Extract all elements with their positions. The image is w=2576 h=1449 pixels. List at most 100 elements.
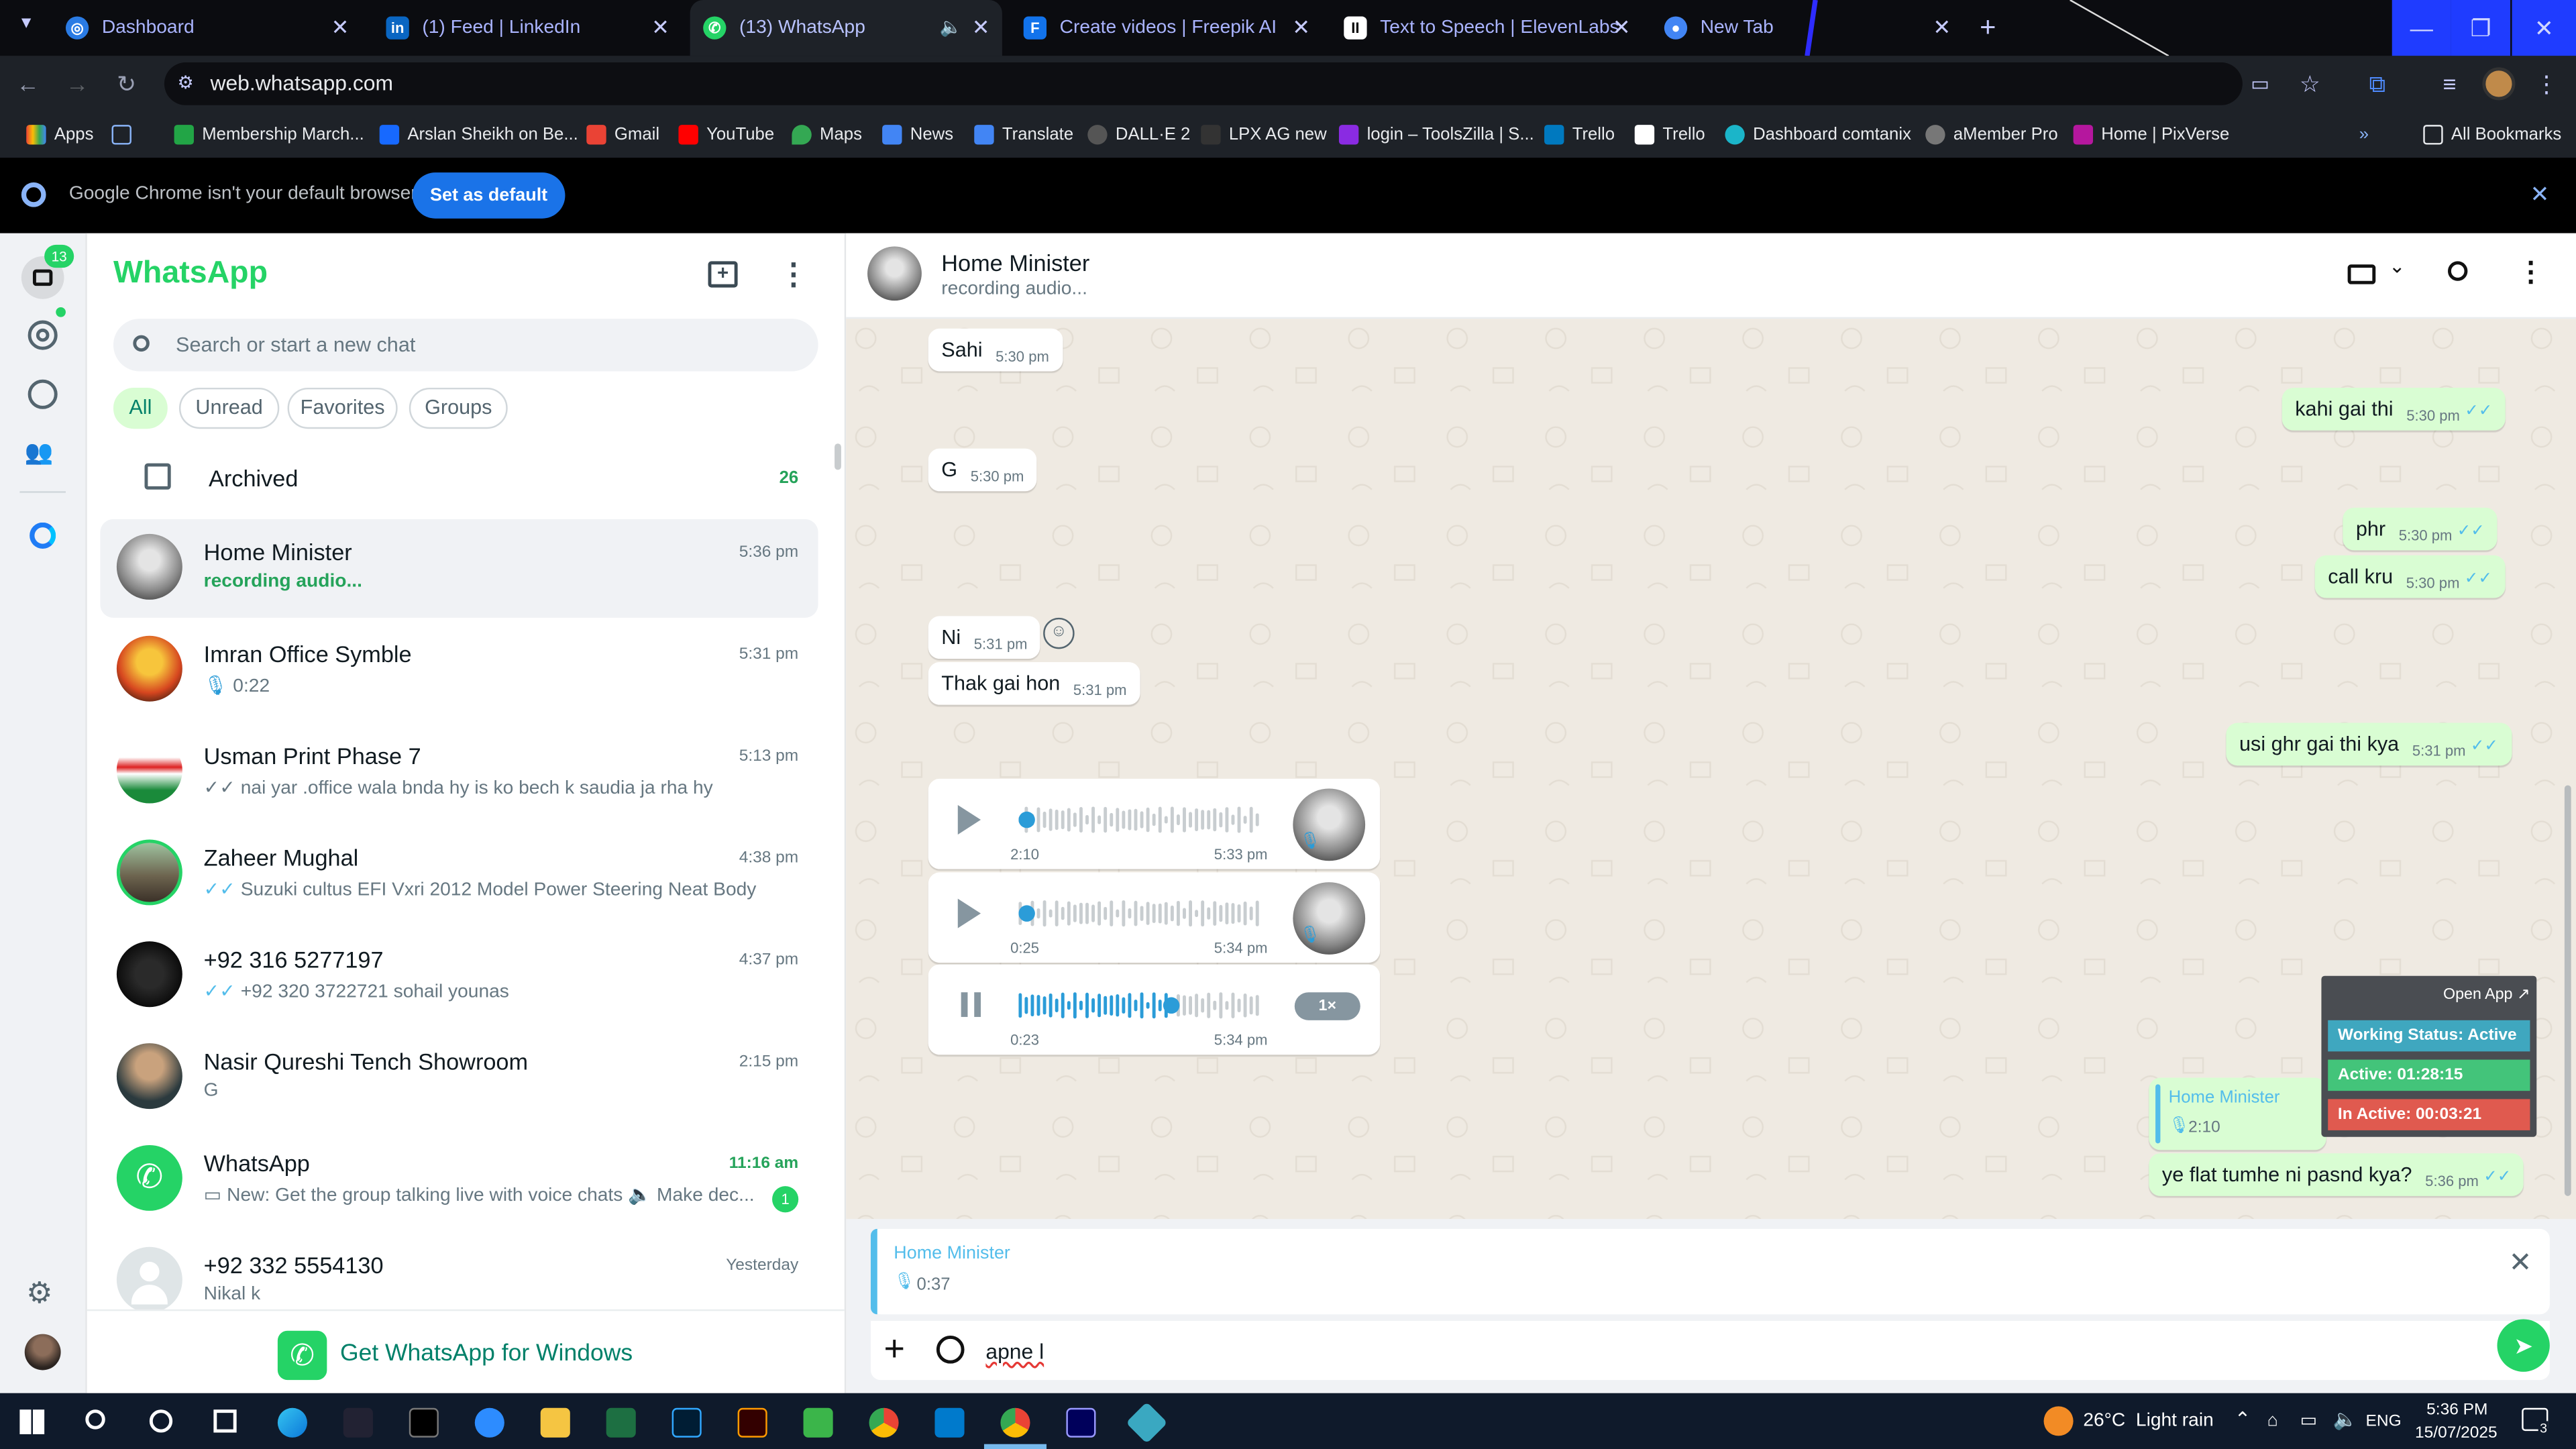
- get-app-banner[interactable]: ✆ Get WhatsApp for Windows: [87, 1309, 845, 1393]
- terminal-icon[interactable]: [409, 1407, 439, 1438]
- menu-icon[interactable]: ⋮: [2517, 256, 2545, 289]
- bookmark-star-icon[interactable]: ☆: [2295, 69, 2324, 99]
- search-input[interactable]: Search or start a new chat: [113, 319, 818, 372]
- language-indicator[interactable]: ENG: [2366, 1413, 2402, 1431]
- close-icon[interactable]: ✕: [649, 15, 672, 39]
- chat-row[interactable]: Home Minister recording audio... 5:36 pm: [100, 519, 818, 618]
- close-icon[interactable]: ✕: [1289, 15, 1312, 39]
- search-icon[interactable]: [85, 1409, 105, 1430]
- waveform[interactable]: [1018, 991, 1265, 1020]
- chat-row[interactable]: Imran Office Symble 🎙 0:22 5:31 pm: [100, 621, 818, 720]
- app-icon[interactable]: [1126, 1401, 1168, 1444]
- profile-avatar[interactable]: [2482, 67, 2516, 101]
- waveform-scrubber[interactable]: [1018, 905, 1035, 922]
- bookmark-maps[interactable]: Maps: [792, 121, 862, 148]
- message-bubble[interactable]: Thak gai hon 5:31 pm: [928, 661, 1140, 705]
- chrome-icon[interactable]: [1000, 1407, 1030, 1438]
- pen-icon[interactable]: [343, 1407, 373, 1438]
- pause-icon[interactable]: [961, 992, 968, 1017]
- waveform[interactable]: [1018, 805, 1265, 835]
- reload-icon[interactable]: ↻: [112, 69, 142, 99]
- bookmark-trello-2[interactable]: Trello: [1634, 121, 1705, 148]
- close-icon[interactable]: ✕: [2509, 1247, 2532, 1280]
- bookmark-news[interactable]: News: [882, 121, 953, 148]
- tab-linkedin[interactable]: in (1) Feed | LinkedIn ✕: [370, 0, 682, 56]
- chevron-up-icon[interactable]: ⌃: [2235, 1408, 2251, 1431]
- new-chat-icon[interactable]: +: [708, 261, 738, 288]
- chat-row[interactable]: ✆ WhatsApp ▭ New: Get the group talking …: [100, 1130, 818, 1229]
- settings-gear-icon[interactable]: ⚙: [26, 1277, 53, 1311]
- playback-speed-button[interactable]: 1×: [1294, 992, 1360, 1020]
- bookmark-amember[interactable]: aMember Pro: [1925, 121, 2058, 148]
- emoji-react-icon[interactable]: ☺: [1043, 617, 1075, 649]
- tab-elevenlabs[interactable]: II Text to Speech | ElevenLabs ✕: [1331, 0, 1643, 56]
- message-bubble[interactable]: Ni 5:31 pm: [928, 616, 1041, 659]
- tab-groups-icon[interactable]: [111, 121, 140, 148]
- play-icon[interactable]: [957, 805, 981, 835]
- sticker-icon[interactable]: [936, 1336, 965, 1364]
- weather-icon[interactable]: [2043, 1406, 2074, 1436]
- chrome-icon[interactable]: [869, 1407, 899, 1438]
- bookmark-toolszilla[interactable]: login – ToolsZilla | S...: [1338, 121, 1534, 148]
- close-icon[interactable]: ✕: [1610, 15, 1633, 39]
- meet-now-icon[interactable]: ⌂: [2267, 1411, 2278, 1431]
- waveform-scrubber[interactable]: [1163, 997, 1180, 1014]
- play-icon[interactable]: [957, 898, 981, 928]
- message-bubble[interactable]: kahi gai thi 5:30 pm ✓✓: [2282, 387, 2506, 431]
- message-bubble[interactable]: Sahi 5:30 pm: [928, 328, 1063, 372]
- bookmark-youtube[interactable]: YouTube: [678, 121, 774, 148]
- chrome-menu-icon[interactable]: ⋮: [2532, 69, 2561, 99]
- bookmark-lpx[interactable]: LPX AG new: [1201, 121, 1327, 148]
- close-icon[interactable]: ✕: [969, 15, 992, 39]
- meta-ai-icon[interactable]: [30, 522, 56, 549]
- close-window-button[interactable]: ✕: [2512, 0, 2576, 56]
- tab-freepik[interactable]: F Create videos | Freepik AI ✕: [1010, 0, 1322, 56]
- volume-icon[interactable]: 🔈: [2333, 1408, 2358, 1431]
- weather-text[interactable]: 26°C Light rain: [2083, 1411, 2213, 1431]
- quoted-reply-message[interactable]: Home Minister 🎙 2:10: [2149, 1077, 2326, 1150]
- video-call-icon[interactable]: [2347, 264, 2376, 284]
- message-bubble[interactable]: phr 5:30 pm ✓✓: [2343, 507, 2498, 551]
- zoom-icon[interactable]: [474, 1407, 504, 1438]
- message-bubble[interactable]: G 5:30 pm: [928, 448, 1037, 492]
- filter-unread[interactable]: Unread: [178, 387, 280, 429]
- all-bookmarks[interactable]: All Bookmarks: [2423, 121, 2561, 148]
- menu-icon[interactable]: ⋮: [779, 258, 808, 292]
- message-bubble[interactable]: call kru 5:30 pm ✓✓: [2314, 555, 2506, 598]
- bookmark-gmail[interactable]: Gmail: [586, 121, 659, 148]
- chat-row[interactable]: +92 316 5277197 ✓✓ +92 320 3722721 sohai…: [100, 926, 818, 1025]
- bookmark-apps[interactable]: Apps: [26, 121, 93, 148]
- chat-row[interactable]: Zaheer Mughal ✓✓ Suzuki cultus EFI Vxri …: [100, 824, 818, 923]
- excel-icon[interactable]: [606, 1407, 636, 1438]
- archived-row[interactable]: Archived 26: [100, 447, 818, 509]
- channels-icon[interactable]: [28, 379, 58, 409]
- clock-time[interactable]: 5:36 PM: [2426, 1401, 2487, 1419]
- message-input[interactable]: + apne l: [870, 1320, 2550, 1381]
- restore-button[interactable]: ❐: [2451, 0, 2511, 56]
- waveform[interactable]: [1018, 899, 1265, 928]
- premiere-icon[interactable]: [1066, 1407, 1096, 1438]
- file-explorer-icon[interactable]: [540, 1407, 570, 1438]
- waveform-scrubber[interactable]: [1018, 811, 1035, 828]
- edge-icon[interactable]: [277, 1407, 307, 1438]
- chat-row[interactable]: Usman Print Phase 7 ✓✓ nai yar .office w…: [100, 723, 818, 822]
- set-as-default-button[interactable]: Set as default: [412, 172, 566, 219]
- network-icon[interactable]: ▭: [2300, 1409, 2317, 1431]
- filter-favorites[interactable]: Favorites: [287, 387, 398, 429]
- bookmark-pixverse[interactable]: Home | PixVerse: [2073, 121, 2229, 148]
- bookmark-trello-1[interactable]: Trello: [1544, 121, 1615, 148]
- clock-date[interactable]: 15/07/2025: [2415, 1424, 2498, 1442]
- profile-avatar[interactable]: [24, 1334, 61, 1371]
- open-app-link[interactable]: Open App ↗: [2443, 985, 2530, 1004]
- chevron-down-icon[interactable]: ⌄: [2389, 255, 2406, 278]
- vscode-icon[interactable]: [934, 1407, 965, 1438]
- close-icon[interactable]: ✕: [2530, 180, 2549, 209]
- install-app-icon[interactable]: ▭: [2251, 62, 2269, 105]
- filter-groups[interactable]: Groups: [409, 387, 508, 429]
- communities-icon[interactable]: 👥: [25, 440, 61, 463]
- tab-dashboard[interactable]: ◎ Dashboard ✕: [49, 0, 361, 56]
- bookmark-dalle[interactable]: DALL·E 2: [1087, 121, 1190, 148]
- voice-message[interactable]: 0:25 5:34 pm 🎙: [928, 872, 1381, 963]
- contact-name[interactable]: Home Minister: [941, 250, 1089, 276]
- bookmark-dashboard-comtanix[interactable]: Dashboard comtanix: [1725, 121, 1911, 148]
